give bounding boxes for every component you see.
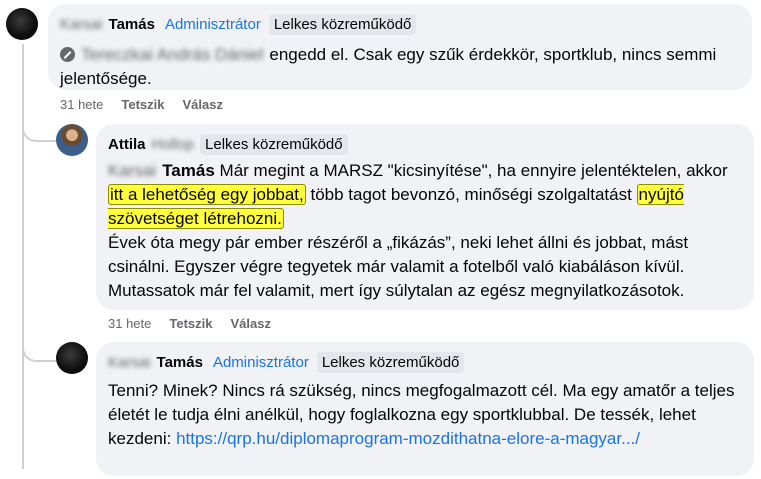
author-first-name[interactable]: Karsai [60,16,103,33]
timestamp[interactable]: 31 hete [108,316,151,331]
timestamp[interactable]: 31 hete [60,97,103,112]
comment-bubble: Karsai Tamás Adminisztrátor Lelkes közre… [48,4,752,90]
blocked-user-icon [60,47,75,62]
comment-body: Már megint a MARSZ "kicsinyítése", ha en… [219,161,728,180]
role-label[interactable]: Adminisztrátor [165,16,261,33]
comment-header: Karsai Tamás Adminisztrátor Lelkes közre… [60,13,740,35]
comment-actions: 31 hete Tetszik Válasz [60,97,223,112]
reply-button[interactable]: Válasz [230,316,270,331]
comment-link[interactable]: https://qrp.hu/diplomaprogram-mozdithatn… [176,429,640,448]
thread-line [22,44,24,469]
avatar[interactable] [56,124,88,156]
mention[interactable]: Karsai [108,161,156,180]
comment-header: Attila Hollop Lelkes közreműködő [108,133,742,155]
contributor-badge[interactable]: Lelkes közreműködő [200,133,348,155]
author-name[interactable]: Attila [108,136,146,153]
comment-body: Évek óta megy pár ember részéről a „fiká… [108,233,689,300]
avatar[interactable] [56,342,88,374]
comment-header: Karsai Tamás Adminisztrátor Lelkes közre… [108,351,742,373]
author-name[interactable]: Tamás [109,16,155,33]
role-label[interactable]: Adminisztrátor [213,354,309,371]
comment-bubble: Attila Hollop Lelkes közreműködő Karsai T… [96,124,754,310]
reply-button[interactable]: Válasz [182,97,222,112]
like-button[interactable]: Tetszik [169,316,212,331]
mention[interactable]: Tereczkai András Dániel [81,45,263,64]
comment-text: Tenni? Minek? Nincs rá szükség, nincs me… [108,379,742,451]
highlighted-text: itt a lehetőség egy jobbat, [108,184,306,205]
author-name[interactable]: Tamás [157,354,203,371]
comment-text: Karsai Tamás Már megint a MARSZ "kicsinyí… [108,159,742,303]
mention-name[interactable]: Tamás [162,161,215,180]
author-first-name[interactable]: Karsai [108,354,151,371]
comment-body: több tagot bevonzó, minőségi szolgaltatá… [310,185,632,204]
contributor-badge[interactable]: Lelkes közreműködő [316,351,465,373]
author-last-name[interactable]: Hollop [152,136,195,153]
comment-text: Tereczkai András Dániel engedd el. Csak e… [60,43,740,91]
comment-bubble: Karsai Tamás Adminisztrátor Lelkes közre… [96,342,754,476]
thread-connector [22,118,56,142]
comment-actions: 31 hete Tetszik Válasz [108,316,271,331]
like-button[interactable]: Tetszik [121,97,164,112]
thread-connector [22,330,56,362]
contributor-badge[interactable]: Lelkes közreműködő [268,13,417,35]
avatar[interactable] [6,8,38,40]
